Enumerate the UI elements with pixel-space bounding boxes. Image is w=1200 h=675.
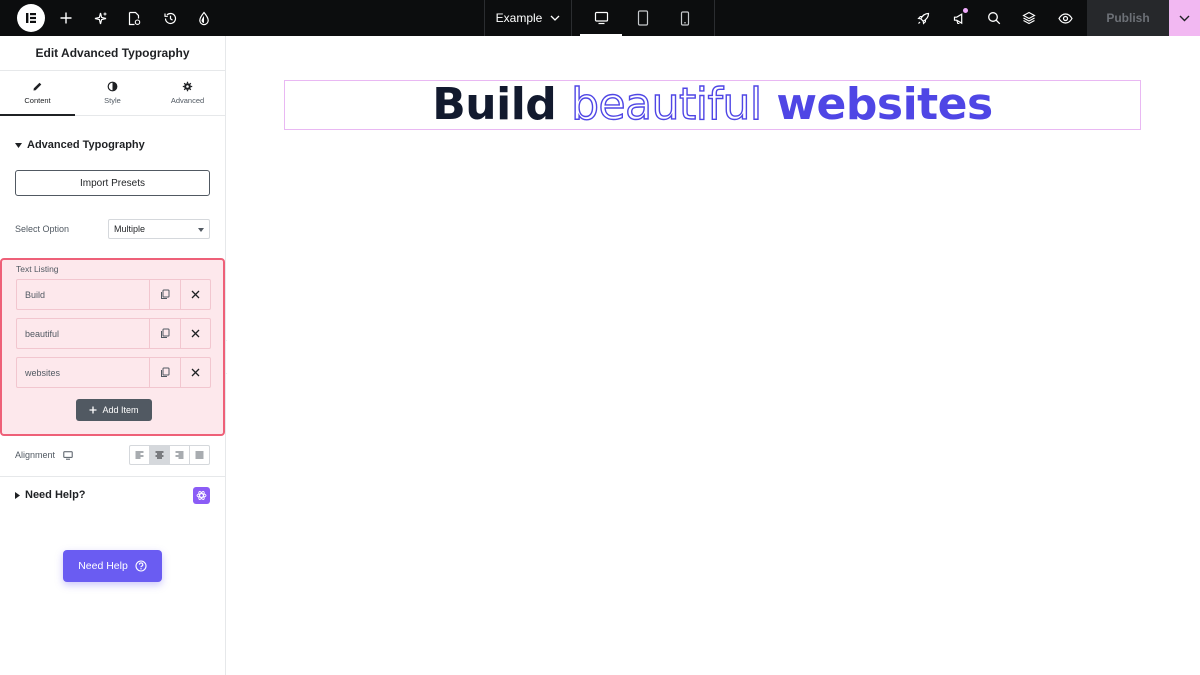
repeater-item-title[interactable]: Build bbox=[17, 280, 150, 309]
duplicate-icon[interactable] bbox=[150, 358, 180, 387]
chevron-down-icon bbox=[550, 15, 560, 21]
align-center-button[interactable] bbox=[149, 446, 169, 464]
close-icon[interactable] bbox=[180, 319, 210, 348]
preview-canvas: Build beautiful websites bbox=[227, 36, 1200, 675]
layers-icon[interactable] bbox=[1017, 0, 1041, 36]
rocket-icon[interactable] bbox=[911, 0, 935, 36]
top-bar: Example Publish bbox=[0, 0, 1200, 36]
desktop-icon[interactable] bbox=[63, 450, 73, 460]
mobile-icon bbox=[680, 10, 690, 26]
caret-right-icon bbox=[15, 491, 20, 499]
caret-down-icon bbox=[15, 142, 22, 148]
select-option-dropdown[interactable]: Multiple bbox=[108, 219, 210, 239]
duplicate-icon[interactable] bbox=[150, 280, 180, 309]
align-justify-icon bbox=[195, 451, 204, 459]
panel-tabs: Content Style Advanced bbox=[0, 71, 225, 116]
publish-options-button[interactable] bbox=[1169, 0, 1200, 36]
headline-word-beautiful: beautiful bbox=[570, 79, 762, 130]
history-icon[interactable] bbox=[158, 0, 182, 36]
tab-content[interactable]: Content bbox=[0, 71, 75, 116]
page-name: Example bbox=[495, 11, 543, 25]
headline: Build beautiful websites bbox=[432, 82, 993, 127]
section-advanced-typography[interactable]: Advanced Typography bbox=[15, 139, 145, 151]
panel-title: Edit Advanced Typography bbox=[0, 36, 225, 71]
import-presets-button[interactable]: Import Presets bbox=[15, 170, 210, 196]
repeater-item-title[interactable]: beautiful bbox=[17, 319, 150, 348]
tablet-view-button[interactable] bbox=[622, 0, 664, 36]
sparkle-icon[interactable] bbox=[88, 0, 112, 36]
repeater-item[interactable]: beautiful bbox=[16, 318, 211, 349]
contrast-icon bbox=[107, 81, 118, 92]
tablet-icon bbox=[637, 10, 649, 26]
need-help-section-title: Need Help? bbox=[25, 489, 86, 501]
page-settings-icon[interactable] bbox=[122, 0, 146, 36]
align-right-icon bbox=[175, 451, 184, 459]
gear-icon bbox=[182, 81, 193, 92]
editor-panel: Edit Advanced Typography Content Style A… bbox=[0, 36, 226, 675]
section-need-help[interactable]: Need Help? bbox=[15, 489, 86, 501]
align-left-icon bbox=[135, 451, 144, 459]
alignment-button-group bbox=[129, 445, 210, 465]
duplicate-icon[interactable] bbox=[150, 319, 180, 348]
headline-word-build: Build bbox=[432, 79, 557, 130]
addon-brand-icon bbox=[193, 487, 210, 504]
tab-advanced-label: Advanced bbox=[170, 96, 205, 105]
close-icon[interactable] bbox=[180, 358, 210, 387]
need-help-button-label: Need Help bbox=[78, 560, 128, 572]
add-icon[interactable] bbox=[54, 0, 78, 36]
tab-style[interactable]: Style bbox=[75, 71, 150, 115]
alignment-label: Alignment bbox=[15, 450, 56, 460]
tab-advanced[interactable]: Advanced bbox=[150, 71, 225, 115]
search-icon[interactable] bbox=[982, 0, 1006, 36]
alignment-control-label: Alignment bbox=[15, 450, 73, 460]
text-listing-label: Text Listing bbox=[16, 264, 59, 274]
repeater-item[interactable]: websites bbox=[16, 357, 211, 388]
align-right-button[interactable] bbox=[169, 446, 189, 464]
section-divider bbox=[0, 476, 225, 477]
add-item-button[interactable]: Add Item bbox=[76, 399, 152, 421]
tab-content-label: Content bbox=[24, 96, 51, 105]
desktop-icon bbox=[594, 11, 608, 25]
announcement-icon[interactable] bbox=[947, 0, 971, 36]
repeater-item-title[interactable]: websites bbox=[17, 358, 150, 387]
publish-button[interactable]: Publish bbox=[1087, 0, 1169, 36]
elementor-logo-icon[interactable] bbox=[17, 4, 45, 32]
pencil-icon bbox=[33, 82, 42, 91]
tab-style-label: Style bbox=[104, 96, 121, 105]
caret-down-icon bbox=[198, 228, 204, 232]
need-help-button[interactable]: Need Help bbox=[63, 550, 162, 582]
chevron-down-icon bbox=[1179, 15, 1190, 21]
close-icon[interactable] bbox=[180, 280, 210, 309]
text-listing-repeater: Text Listing Build beautiful websites Ad… bbox=[0, 258, 225, 436]
notification-dot bbox=[963, 8, 968, 13]
align-justify-button[interactable] bbox=[189, 446, 209, 464]
page-selector[interactable]: Example bbox=[485, 0, 571, 36]
desktop-view-button[interactable] bbox=[580, 0, 622, 36]
advanced-typography-widget[interactable]: Build beautiful websites bbox=[284, 80, 1141, 130]
plus-icon bbox=[89, 406, 97, 414]
align-left-button[interactable] bbox=[130, 446, 149, 464]
align-center-icon bbox=[155, 451, 164, 459]
add-item-label: Add Item bbox=[102, 405, 139, 415]
select-option-value: Multiple bbox=[114, 224, 146, 234]
select-option-label: Select Option bbox=[15, 224, 70, 234]
question-circle-icon bbox=[135, 560, 147, 572]
preview-eye-icon[interactable] bbox=[1053, 0, 1077, 36]
section-title: Advanced Typography bbox=[27, 139, 145, 151]
mobile-view-button[interactable] bbox=[664, 0, 706, 36]
site-settings-icon[interactable] bbox=[192, 0, 216, 36]
headline-word-websites: websites bbox=[776, 79, 993, 130]
repeater-item[interactable]: Build bbox=[16, 279, 211, 310]
